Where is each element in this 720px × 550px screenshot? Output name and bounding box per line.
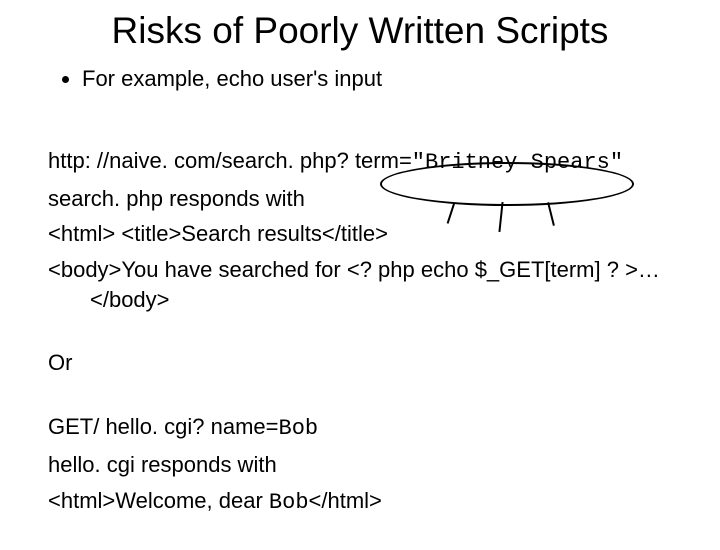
line-html-3: <html>Welcome, dear Bob</html> bbox=[48, 486, 672, 518]
line-html-2b: </body> bbox=[90, 285, 672, 315]
line-html-2: <body>You have searched for <? php echo … bbox=[48, 255, 672, 314]
bullet-item-1: For example, echo user's input bbox=[82, 66, 672, 92]
url-prefix: http: //naive. com/search. php? term= bbox=[48, 148, 412, 173]
line-html-1: <html> <title>Search results</title> bbox=[48, 219, 672, 249]
line-responds-2: hello. cgi responds with bbox=[48, 450, 672, 480]
line-url: http: //naive. com/search. php? term="Br… bbox=[48, 146, 672, 178]
line-get: GET/ hello. cgi? name=Bob bbox=[48, 412, 672, 444]
line-html-2a: <body>You have searched for <? php echo … bbox=[48, 257, 660, 282]
or-label: Or bbox=[48, 348, 672, 378]
get-name: Bob bbox=[279, 416, 319, 441]
line-html-3b: Bob bbox=[269, 490, 309, 515]
line-html-3c: </html> bbox=[309, 488, 382, 513]
slide-title: Risks of Poorly Written Scripts bbox=[48, 10, 672, 52]
line-responds-1: search. php responds with bbox=[48, 184, 672, 214]
bullet-list: For example, echo user's input bbox=[62, 66, 672, 92]
url-term: "Britney Spears" bbox=[412, 150, 623, 175]
line-html-3a: <html>Welcome, dear bbox=[48, 488, 269, 513]
get-prefix: GET/ hello. cgi? name= bbox=[48, 414, 279, 439]
